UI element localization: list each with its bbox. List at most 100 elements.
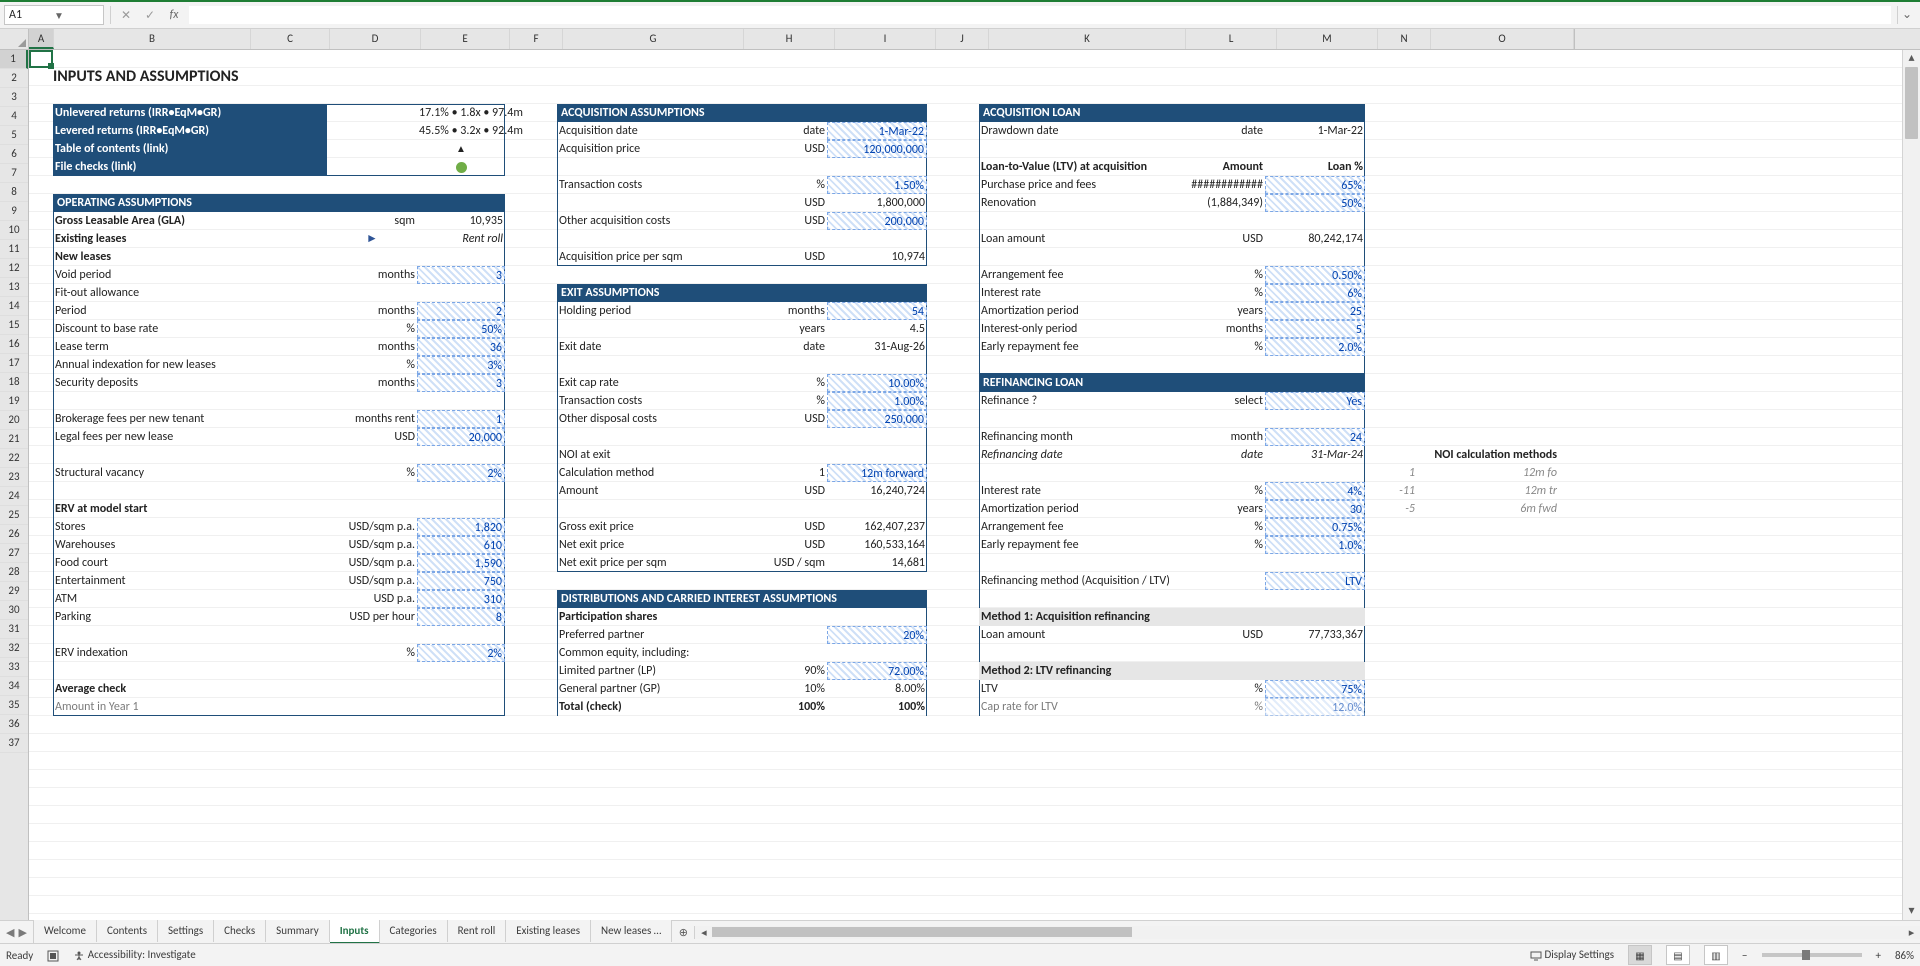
cell[interactable]: Total (check) [557,698,737,716]
cell[interactable]: Participation shares [557,608,737,626]
cell[interactable]: 4% [1265,482,1365,500]
existing-leases-label[interactable]: Existing leases [53,230,249,248]
row-header-32[interactable]: 32 [0,639,28,658]
cell[interactable]: 16,240,724 [827,482,927,500]
cell[interactable]: Refinancing month [979,428,1175,446]
cell[interactable]: Net exit price per sqm [557,554,737,572]
cell[interactable]: % [737,374,827,392]
cell[interactable]: 10.00% [827,374,927,392]
col-header-M[interactable]: M [1277,29,1378,49]
col-header-I[interactable]: I [835,29,936,49]
cell[interactable]: Security deposits [53,374,249,392]
dist-header[interactable]: DISTRIBUTIONS AND CARRIED INTEREST ASSUM… [557,590,927,608]
cell[interactable]: 4.5 [827,320,927,338]
col-header-E[interactable]: E [421,29,510,49]
row-header-20[interactable]: 20 [0,411,28,430]
row-header-18[interactable]: 18 [0,373,28,392]
cell[interactable]: select [1175,392,1265,410]
cell[interactable]: 8.00% [827,680,927,698]
row-header-15[interactable]: 15 [0,316,28,335]
cell[interactable]: Loan-to-Value (LTV) at acquisition [979,158,1175,176]
insert-function-icon[interactable]: fx [165,8,183,22]
cell[interactable]: USD per hour [327,608,417,626]
expand-formula-bar-icon[interactable]: ⌄ [1897,6,1916,24]
cell[interactable]: USD [1175,626,1265,644]
cell[interactable]: 3 [417,374,505,392]
cell[interactable]: 1 [417,410,505,428]
cell[interactable]: Calculation method [557,464,737,482]
cell[interactable]: 1,800,000 [827,194,927,212]
cell[interactable]: USD [737,518,827,536]
cell[interactable]: Loan amount [979,626,1175,644]
accessibility-status[interactable]: Accessibility: Investigate [73,948,195,961]
cell[interactable]: Refinancing method (Acquisition / LTV) [979,572,1265,590]
cell[interactable]: Amortization period [979,500,1175,518]
cell[interactable]: date [737,122,827,140]
cell[interactable]: USD [737,410,827,428]
cell[interactable]: years [1175,302,1265,320]
row-header-9[interactable]: 9 [0,202,28,221]
cell[interactable]: 3% [417,356,505,374]
acq-header[interactable]: ACQUISITION ASSUMPTIONS [557,104,927,122]
cell[interactable]: months [327,302,417,320]
void-label[interactable]: Void period [53,266,249,284]
cell[interactable]: 2% [417,644,505,662]
cell[interactable]: months [327,374,417,392]
cell[interactable]: USD/sqm p.a. [327,536,417,554]
cell[interactable]: Discount to base rate [53,320,249,338]
cell[interactable]: 2.0% [1265,338,1365,356]
cell[interactable]: Drawdown date [979,122,1175,140]
cell[interactable]: 5 [1265,320,1365,338]
cell[interactable]: Food court [53,554,249,572]
zoom-in-button[interactable]: + [1876,949,1881,962]
cell[interactable]: 750 [417,572,505,590]
cell[interactable]: Preferred partner [557,626,737,644]
cell[interactable]: 1 [737,464,827,482]
cell[interactable]: Method 2: LTV refinancing [979,662,1365,680]
cell[interactable]: Exit date [557,338,737,356]
cell[interactable]: NOI at exit [557,446,737,464]
cell[interactable]: 8 [417,608,505,626]
sheet-tab[interactable]: Contents [97,920,158,942]
cell[interactable]: Refinance ? [979,392,1175,410]
cell[interactable]: 75% [1265,680,1365,698]
cell[interactable]: 1,820 [417,518,505,536]
cell[interactable]: 2 [417,302,505,320]
cell[interactable]: 36 [417,338,505,356]
cell[interactable]: years [737,320,827,338]
cell[interactable]: 6m fwd [1417,500,1559,518]
cell[interactable]: USD [737,536,827,554]
page-title[interactable]: INPUTS AND ASSUMPTIONS [53,68,505,86]
unlev-value[interactable]: 17.1% • 1.8x • 97.4m [417,104,505,122]
cell[interactable]: % [1175,518,1265,536]
cell[interactable]: Period [53,302,249,320]
cell[interactable]: % [1175,266,1265,284]
cell[interactable]: ############ [1175,176,1265,194]
cell[interactable]: date [737,338,827,356]
tab-prev-icon[interactable]: ◀ [6,926,14,939]
cell[interactable]: USD [737,248,827,266]
row-header-8[interactable]: 8 [0,183,28,202]
cell[interactable]: 610 [417,536,505,554]
row-header-11[interactable]: 11 [0,240,28,259]
view-page-layout-button[interactable]: ▤ [1666,945,1690,965]
triangle-right-icon[interactable]: ► [327,230,417,248]
cell[interactable]: 50% [1265,194,1365,212]
cell[interactable]: % [1175,536,1265,554]
refi-header[interactable]: REFINANCING LOAN [979,374,1365,392]
col-header-O[interactable]: O [1431,29,1574,49]
sheet-tab[interactable]: Rent roll [448,920,507,942]
cell[interactable]: Structural vacancy [53,464,249,482]
sheet-tab[interactable]: Inputs [330,920,380,944]
row-header-33[interactable]: 33 [0,658,28,677]
cell[interactable]: Annual indexation for new leases [53,356,249,374]
cell[interactable]: 90% [737,662,827,680]
cell[interactable]: Net exit price [557,536,737,554]
cell[interactable]: 31-Mar-24 [1265,446,1365,464]
cell[interactable]: Other disposal costs [557,410,737,428]
formula-input[interactable] [189,6,1891,24]
lev-value[interactable]: 45.5% • 3.2x • 92.4m [417,122,505,140]
cell[interactable]: 2% [417,464,505,482]
vscroll-thumb[interactable] [1905,67,1918,139]
cell[interactable]: 1-Mar-22 [827,122,927,140]
